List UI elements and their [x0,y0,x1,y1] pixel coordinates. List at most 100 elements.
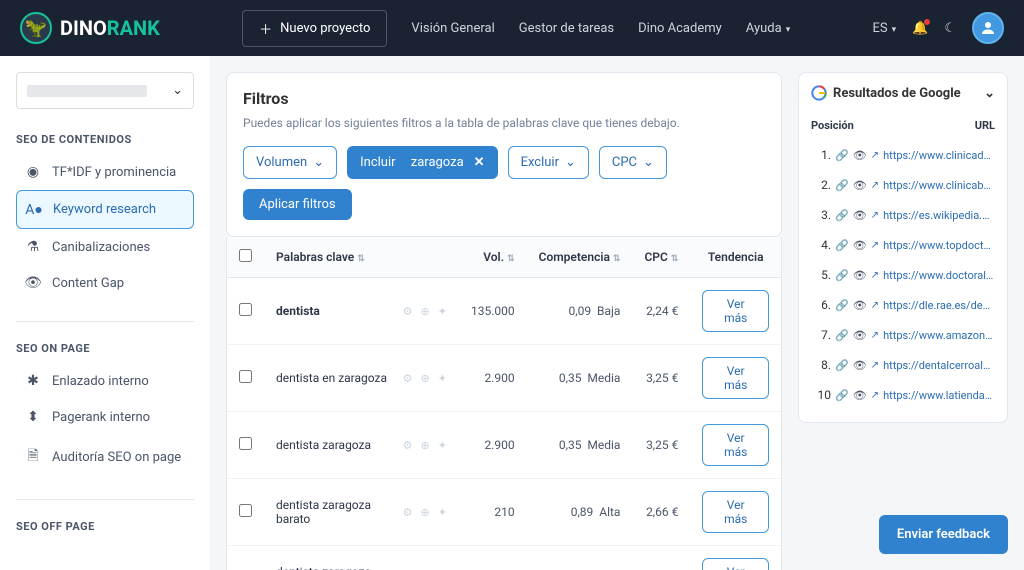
eye-icon[interactable]: 👁 [853,209,867,222]
eye-icon[interactable]: 👁 [853,299,867,312]
row-action-icons[interactable]: ⚙⊕✦ [403,506,447,519]
eye-icon[interactable]: 👁 [853,329,867,342]
external-icon[interactable]: ↗ [871,330,879,341]
external-icon[interactable]: ↗ [871,360,879,371]
google-result-row: 3.🔗👁↗https://es.wikipedia.org/... [811,200,995,230]
gear-icon: ⚙ [403,372,413,385]
filter-cpc[interactable]: CPC⌄ [599,146,667,179]
result-url[interactable]: https://www.clinicadenta... [883,149,995,162]
lang-select[interactable]: ES [873,21,897,36]
link-icon[interactable]: 🔗 [835,299,849,312]
row-checkbox[interactable] [239,504,252,517]
result-url[interactable]: https://www.doctoralia.e... [883,269,995,282]
nav-help[interactable]: Ayuda [746,21,790,36]
result-url[interactable]: https://www.topdoctors.e... [883,239,995,252]
result-position: 1. [811,148,831,162]
avatar[interactable] [972,12,1004,44]
external-icon[interactable]: ↗ [871,390,879,401]
nav-academy[interactable]: Dino Academy [638,21,722,36]
cell-competition: 0,35 Media [527,345,633,412]
keyword-name: dentista en zaragoza [276,371,387,385]
sidebar-item[interactable]: A●Keyword research [16,190,194,229]
cell-cpc: 2,66 € [632,479,690,546]
eye-icon[interactable]: 👁 [853,149,867,162]
col-competition[interactable]: Competencia⇅ [527,237,633,278]
sidebar-item-label: Keyword research [53,202,156,217]
col-volume[interactable]: Vol.⇅ [459,237,527,278]
filter-exclude[interactable]: Excluir⌄ [508,146,589,179]
result-url[interactable]: https://www.amazon.es/... [883,329,995,342]
ver-mas-button[interactable]: Ver más [702,491,769,533]
nav-vision[interactable]: Visión General [411,21,494,36]
cell-cpc: 2,24 € [632,278,690,345]
keywords-table: Palabras clave⇅ Vol.⇅ Competencia⇅ CPC⇅ … [226,237,782,570]
sidebar-item[interactable]: ⚗Canibalizaciones [16,229,194,265]
link-icon[interactable]: 🔗 [835,149,849,162]
row-action-icons[interactable]: ⚙⊕✦ [403,372,447,385]
cell-volume: 2.900 [459,345,527,412]
link-icon[interactable]: 🔗 [835,389,849,402]
result-url[interactable]: https://dle.rae.es/dentista [883,299,995,312]
sidebar-item[interactable]: 🗎Auditoría SEO on page [16,435,194,479]
plus-icon: ⊕ [421,506,430,519]
moon-icon[interactable]: ☾ [944,21,956,36]
external-icon[interactable]: ↗ [871,270,879,281]
gear-icon: ⚙ [403,506,413,519]
external-icon[interactable]: ↗ [871,180,879,191]
close-icon[interactable]: ✕ [474,155,485,170]
ver-mas-button[interactable]: Ver más [702,357,769,399]
filter-include[interactable]: Incluir zaragoza✕ [347,146,497,179]
row-checkbox[interactable] [239,437,252,450]
link-icon[interactable]: 🔗 [835,239,849,252]
col-cpc[interactable]: CPC⇅ [632,237,690,278]
link-icon[interactable]: 🔗 [835,329,849,342]
sidebar-item[interactable]: ◉TF*IDF y prominencia [16,154,194,190]
filter-volume[interactable]: Volumen⌄ [243,146,337,179]
header-nav: ＋Nuevo proyecto Visión General Gestor de… [242,10,790,47]
logo[interactable]: 🦖 DINORANK [20,12,160,44]
sidebar-item[interactable]: ✱Enlazado interno [16,363,194,399]
row-action-icons[interactable]: ⚙⊕✦ [403,439,447,452]
result-url[interactable]: https://es.wikipedia.org/... [883,209,995,222]
sparkle-icon: ✦ [438,439,447,452]
sidebar-item-icon: ✱ [24,373,42,389]
eye-icon[interactable]: 👁 [853,389,867,402]
external-icon[interactable]: ↗ [871,210,879,221]
ver-mas-button[interactable]: Ver más [702,424,769,466]
result-url[interactable]: https://www.latiendadel... [883,389,995,402]
link-icon[interactable]: 🔗 [835,359,849,372]
ver-mas-button[interactable]: Ver más [702,290,769,332]
sidebar-item[interactable]: 👁Content Gap [16,265,194,301]
result-url[interactable]: https://dentalcerroalonso... [883,359,995,372]
eye-icon[interactable]: 👁 [853,179,867,192]
link-icon[interactable]: 🔗 [835,209,849,222]
nav-tasks[interactable]: Gestor de tareas [519,21,614,36]
feedback-button[interactable]: Enviar feedback [879,515,1008,554]
link-icon[interactable]: 🔗 [835,269,849,282]
col-keyword[interactable]: Palabras clave⇅ [264,237,459,278]
keyword-name: dentista [276,304,320,318]
apply-filters-button[interactable]: Aplicar filtros [243,189,352,220]
sidebar-item[interactable]: ⬍Pagerank interno [16,399,194,435]
external-icon[interactable]: ↗ [871,300,879,311]
row-checkbox[interactable] [239,370,252,383]
google-result-row: 10🔗👁↗https://www.latiendadel... [811,380,995,410]
project-select[interactable]: ⌄ [16,72,194,109]
eye-icon[interactable]: 👁 [853,269,867,282]
row-action-icons[interactable]: ⚙⊕✦ [403,305,447,318]
external-icon[interactable]: ↗ [871,150,879,161]
result-url[interactable]: https://www.clinicabmur... [883,179,995,192]
link-icon[interactable]: 🔗 [835,179,849,192]
google-results-header[interactable]: Resultados de Google ⌄ [811,85,995,111]
ver-mas-button[interactable]: Ver más [702,558,769,570]
gear-icon: ⚙ [403,305,413,318]
cell-competition: 0,89 Alta [527,479,633,546]
eye-icon[interactable]: 👁 [853,359,867,372]
external-icon[interactable]: ↗ [871,240,879,251]
section-title: SEO DE CONTENIDOS [16,133,194,146]
new-project-button[interactable]: ＋Nuevo proyecto [242,10,387,47]
select-all-checkbox[interactable] [239,249,252,262]
bell-icon[interactable]: 🔔 [912,21,928,36]
row-checkbox[interactable] [239,303,252,316]
eye-icon[interactable]: 👁 [853,239,867,252]
